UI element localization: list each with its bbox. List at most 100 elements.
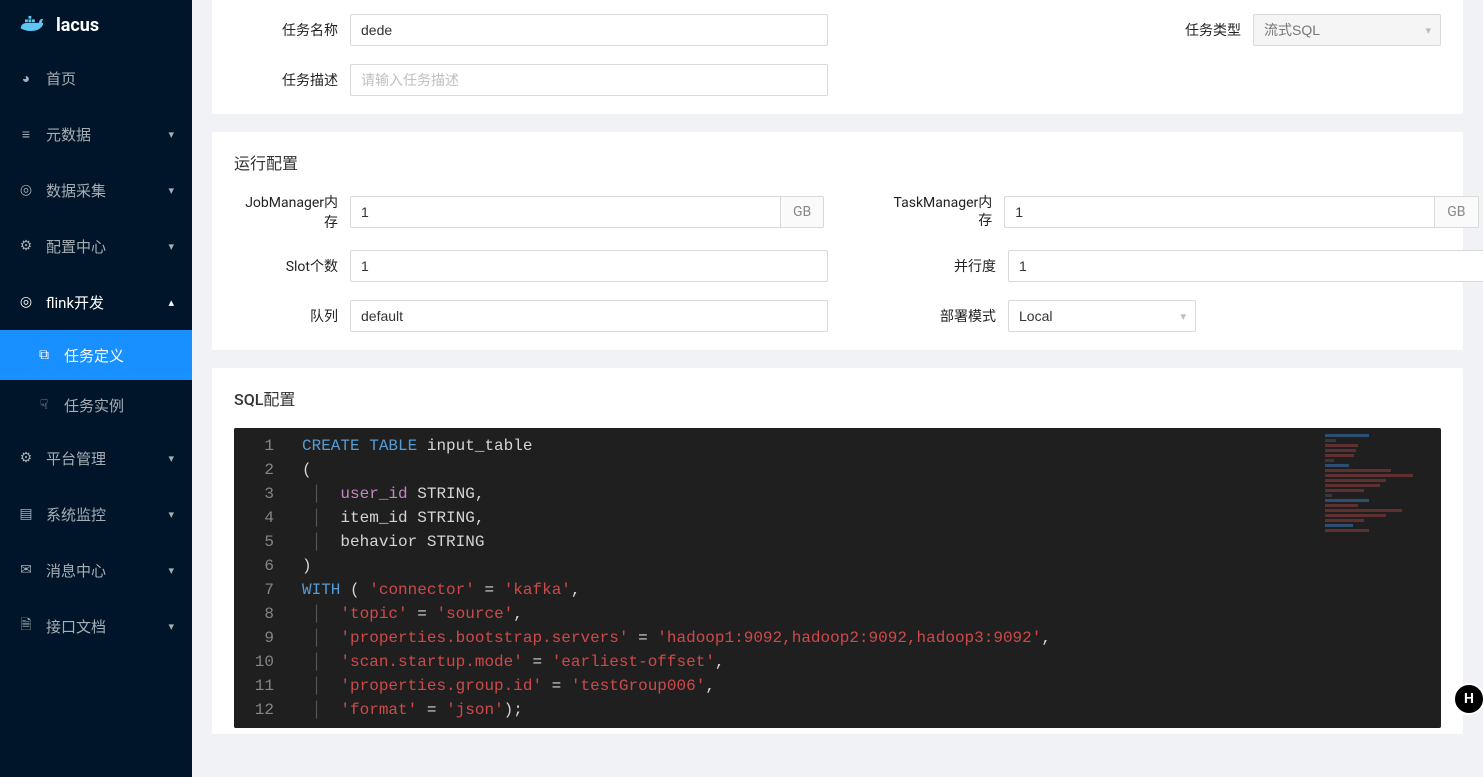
sidebar-item-label: 任务定义: [64, 345, 174, 366]
line-number: 3: [244, 482, 274, 506]
brand-logo: lacus: [0, 0, 192, 50]
field-task-desc: 任务描述: [234, 64, 828, 96]
sidebar-item-monitor[interactable]: ▤ 系统监控 ▾: [0, 486, 192, 542]
sidebar-item-label: 接口文档: [46, 616, 168, 637]
target-icon: ◎: [18, 294, 34, 310]
sidebar-subitem-task-instance[interactable]: ☟ 任务实例: [0, 380, 192, 430]
sidebar-item-label: 消息中心: [46, 560, 168, 581]
line-number: 9: [244, 626, 274, 650]
line-number: 6: [244, 554, 274, 578]
deploy-value: [1008, 300, 1196, 332]
parallel-label: 并行度: [888, 256, 1008, 276]
sidebar-item-platform[interactable]: ⚙ 平台管理 ▾: [0, 430, 192, 486]
doc-icon: 🗎: [18, 614, 34, 638]
chevron-down-icon: ▾: [168, 564, 174, 577]
card-basic: 任务名称 任务类型 ▾ 任务描述: [212, 0, 1463, 114]
line-number: 5: [244, 530, 274, 554]
deploy-label: 部署模式: [888, 306, 1008, 326]
jm-mem-unit: GB: [780, 196, 824, 228]
card-sql: SQL配置 1 2 3 4 5 6 7 8 9 10 11 12 CREATE …: [212, 368, 1463, 734]
sidebar-subitem-task-def[interactable]: ⧉ 任务定义: [0, 330, 192, 380]
field-deploy: 部署模式 ▾: [888, 300, 1196, 332]
jm-mem-label: JobManager内存: [234, 192, 350, 232]
slot-input[interactable]: [350, 250, 828, 282]
chevron-down-icon: ▾: [168, 240, 174, 253]
sql-editor[interactable]: 1 2 3 4 5 6 7 8 9 10 11 12 CREATE TABLE …: [234, 428, 1441, 728]
pointer-icon: ☟: [36, 397, 52, 413]
field-task-name: 任务名称: [234, 14, 828, 46]
field-queue: 队列: [234, 300, 828, 332]
task-name-input[interactable]: [350, 14, 828, 46]
task-type-label: 任务类型: [1133, 20, 1253, 40]
queue-label: 队列: [234, 306, 350, 326]
field-jm-mem: JobManager内存 GB: [234, 192, 824, 232]
sidebar-item-apidoc[interactable]: 🗎 接口文档 ▾: [0, 598, 192, 654]
sidebar: lacus ◕ 首页 ≡ 元数据 ▾ ◎ 数据采集 ▾ ⚙ 配置中心 ▾: [0, 0, 192, 777]
line-number: 10: [244, 650, 274, 674]
field-parallel: 并行度: [888, 250, 1483, 282]
sidebar-item-label: flink开发: [46, 292, 168, 313]
whale-icon: [18, 14, 46, 36]
line-number: 4: [244, 506, 274, 530]
sidebar-item-ingest[interactable]: ◎ 数据采集 ▾: [0, 162, 192, 218]
main-content: 任务名称 任务类型 ▾ 任务描述 运行配置: [192, 0, 1483, 777]
editor-code[interactable]: CREATE TABLE input_table ( │ user_id STR…: [288, 428, 1441, 728]
tm-mem-unit: GB: [1434, 196, 1478, 228]
tm-mem-label: TaskManager内存: [884, 194, 1004, 230]
sidebar-item-config-center[interactable]: ⚙ 配置中心 ▾: [0, 218, 192, 274]
sidebar-item-label: 首页: [46, 68, 174, 89]
queue-input[interactable]: [350, 300, 828, 332]
task-type-value: [1253, 14, 1441, 46]
line-number: 2: [244, 458, 274, 482]
task-type-select[interactable]: ▾: [1253, 14, 1441, 46]
sidebar-item-label: 平台管理: [46, 448, 168, 469]
task-desc-input[interactable]: [350, 64, 828, 96]
chevron-down-icon: ▾: [168, 508, 174, 521]
sidebar-menu: ◕ 首页 ≡ 元数据 ▾ ◎ 数据采集 ▾ ⚙ 配置中心 ▾ ◎ flink开发: [0, 50, 192, 654]
flow-icon: ⧉: [36, 347, 52, 363]
floating-help-badge[interactable]: H: [1453, 683, 1483, 715]
chevron-down-icon: ▾: [168, 184, 174, 197]
badge-letter: H: [1464, 691, 1474, 707]
gear-icon: ⚙: [18, 450, 34, 466]
slot-label: Slot个数: [234, 256, 350, 276]
dashboard-icon: ◕: [18, 70, 34, 87]
chevron-down-icon: ▾: [168, 620, 174, 633]
parallel-input[interactable]: [1008, 250, 1483, 282]
chevron-down-icon: ▾: [168, 452, 174, 465]
sidebar-item-label: 配置中心: [46, 236, 168, 257]
sidebar-item-label: 任务实例: [64, 395, 174, 416]
field-task-type: 任务类型 ▾: [1133, 14, 1441, 46]
line-number: 7: [244, 578, 274, 602]
editor-minimap[interactable]: [1325, 434, 1435, 574]
deploy-select[interactable]: ▾: [1008, 300, 1196, 332]
line-number: 12: [244, 698, 274, 722]
runtime-title: 运行配置: [234, 150, 1441, 174]
monitor-icon: ▤: [18, 506, 34, 522]
sidebar-item-home[interactable]: ◕ 首页: [0, 50, 192, 106]
field-slot: Slot个数: [234, 250, 828, 282]
field-tm-mem: TaskManager内存 GB: [884, 192, 1478, 232]
jm-mem-input[interactable]: [350, 196, 780, 228]
layers-icon: ≡: [18, 126, 34, 143]
sidebar-item-flink[interactable]: ◎ flink开发 ▴: [0, 274, 192, 330]
card-runtime: 运行配置 JobManager内存 GB TaskManager内存 GB: [212, 132, 1463, 350]
task-name-label: 任务名称: [234, 20, 350, 40]
message-icon: ✉: [18, 562, 34, 578]
line-number: 11: [244, 674, 274, 698]
editor-gutter: 1 2 3 4 5 6 7 8 9 10 11 12: [234, 428, 288, 728]
sidebar-item-metadata[interactable]: ≡ 元数据 ▾: [0, 106, 192, 162]
chevron-up-icon: ▴: [168, 296, 174, 309]
task-desc-label: 任务描述: [234, 70, 350, 90]
sidebar-item-label: 元数据: [46, 124, 168, 145]
line-number: 1: [244, 434, 274, 458]
gear-icon: ⚙: [18, 238, 34, 254]
tm-mem-input[interactable]: [1004, 196, 1434, 228]
target-icon: ◎: [18, 182, 34, 198]
sql-title: SQL配置: [234, 386, 1441, 410]
sidebar-item-label: 系统监控: [46, 504, 168, 525]
brand-name: lacus: [56, 15, 99, 36]
sidebar-item-messages[interactable]: ✉ 消息中心 ▾: [0, 542, 192, 598]
chevron-down-icon: ▾: [168, 128, 174, 141]
line-number: 8: [244, 602, 274, 626]
